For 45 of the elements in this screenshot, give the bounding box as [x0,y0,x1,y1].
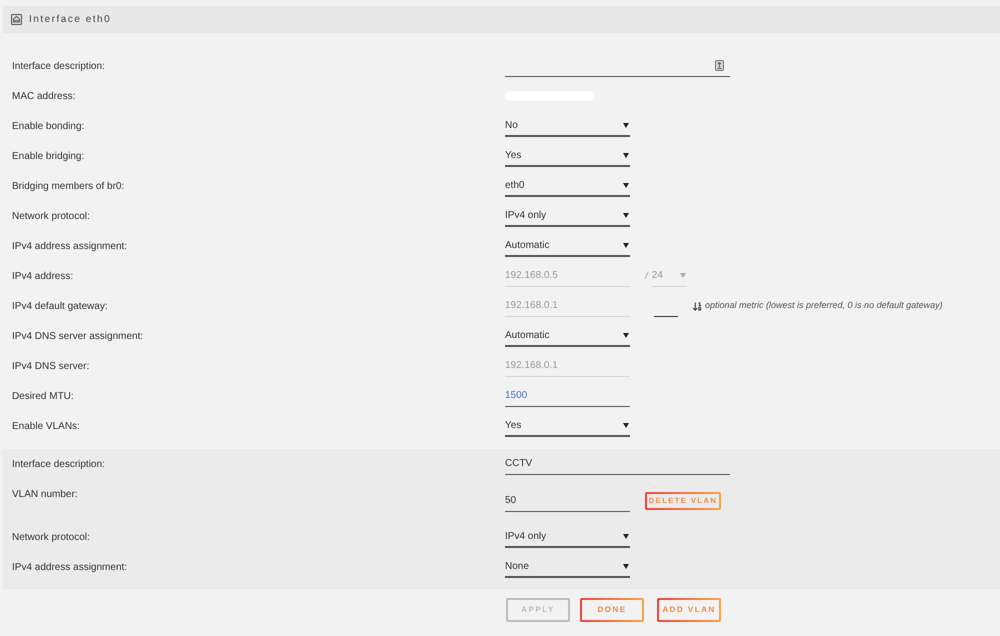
select-dropdown[interactable]: No [505,115,630,137]
prefix-separator: / [645,270,648,284]
caret-icon [623,422,629,428]
caret-icon [623,332,629,338]
metric-note: optional metric (lowest is preferred, 0 is no default gateway) [705,299,943,312]
field-label: IPv4 default gateway: [12,300,108,314]
caret-icon [623,534,629,538]
caret-icon [623,242,629,248]
select-dropdown[interactable]: Yes [505,415,630,437]
select-dropdown[interactable]: eth0 [505,175,630,197]
caret-icon [623,152,629,158]
field-label: Enable bridging: [12,150,84,164]
select-dropdown[interactable]: None [505,556,630,578]
select-dropdown[interactable]: IPv4 only [505,205,630,227]
field-label: Bridging members of br0: [12,180,124,194]
panel-title: Interface eth0 [29,13,112,27]
select-dropdown[interactable]: Yes [505,145,630,167]
text-field[interactable]: CCTV [505,453,730,475]
caret-icon [623,182,629,188]
framed-arch-icon [11,14,22,25]
select-dropdown[interactable]: Automatic [505,235,630,257]
field-label: VLAN number: [12,488,78,502]
field-label: Interface description: [12,60,105,74]
field-label: Network protocol: [12,210,90,224]
select-dropdown[interactable]: IPv4 only [505,526,630,548]
field-label: Interface description: [12,458,105,472]
select-dropdown[interactable]: Automatic [505,325,630,347]
caret-icon [623,122,629,128]
field-label: IPv4 address assignment: [12,240,128,254]
field-label: IPv4 address assignment: [12,560,128,574]
caret-icon [623,212,629,218]
field-label: Enable VLANs: [12,420,80,434]
field-label: Desired MTU: [12,390,74,404]
text-field[interactable]: 1500 [505,385,630,407]
text-field[interactable]: 50 [505,490,630,512]
field-label: IPv4 DNS server assignment: [12,330,144,344]
field-label: Enable bonding: [12,120,84,134]
field-label: IPv4 DNS server: [12,360,90,374]
sort-numeric-icon [692,300,703,312]
field-label: Network protocol: [12,530,90,544]
caret-icon [680,273,686,278]
field-label: MAC address: [12,90,76,104]
caret-icon [623,564,629,568]
boxed-arrow-icon[interactable] [715,60,724,71]
field-label: IPv4 address: [12,270,74,284]
